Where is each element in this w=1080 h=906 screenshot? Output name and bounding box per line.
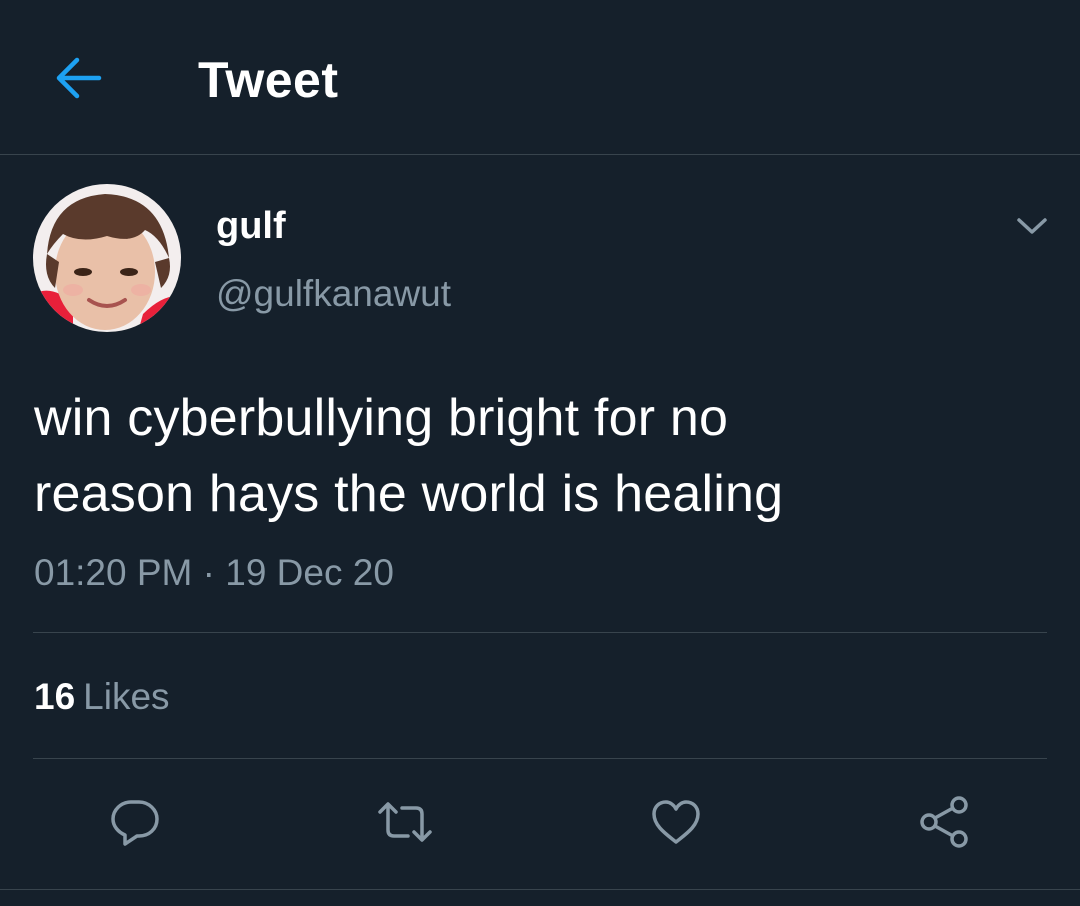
tweet-menu-button[interactable] bbox=[1010, 206, 1054, 246]
like-button[interactable] bbox=[642, 790, 710, 854]
back-button[interactable] bbox=[48, 50, 108, 106]
divider bbox=[33, 632, 1047, 633]
comment-icon bbox=[111, 800, 159, 846]
tweet-timestamp: 01:20 PM · 19 Dec 20 bbox=[34, 552, 394, 593]
tweet-text-line: reason hays the world is healing bbox=[34, 465, 784, 523]
author-display-name[interactable]: gulf bbox=[216, 204, 286, 248]
arrow-left-icon bbox=[56, 57, 102, 99]
reply-button[interactable] bbox=[101, 790, 169, 854]
retweet-button[interactable] bbox=[371, 790, 439, 854]
tweet-text-line: win cyberbullying bright for no bbox=[34, 389, 729, 447]
divider bbox=[33, 758, 1047, 759]
likes-label: Likes bbox=[83, 676, 170, 717]
divider bbox=[0, 889, 1080, 890]
retweet-icon bbox=[378, 802, 432, 842]
likes-stat[interactable]: 16 Likes bbox=[34, 672, 170, 722]
author-handle[interactable]: @gulfkanawut bbox=[216, 272, 451, 316]
share-button[interactable] bbox=[911, 790, 979, 854]
heart-icon bbox=[652, 800, 700, 844]
top-app-bar: Tweet bbox=[0, 0, 1080, 155]
tweet-text: win cyberbullying bright for no reason h… bbox=[34, 380, 1044, 532]
likes-count: 16 bbox=[34, 676, 76, 717]
avatar-image bbox=[33, 184, 181, 332]
share-icon bbox=[920, 796, 968, 848]
avatar[interactable] bbox=[33, 184, 181, 332]
page-title: Tweet bbox=[198, 52, 339, 108]
chevron-down-icon bbox=[1017, 218, 1047, 234]
